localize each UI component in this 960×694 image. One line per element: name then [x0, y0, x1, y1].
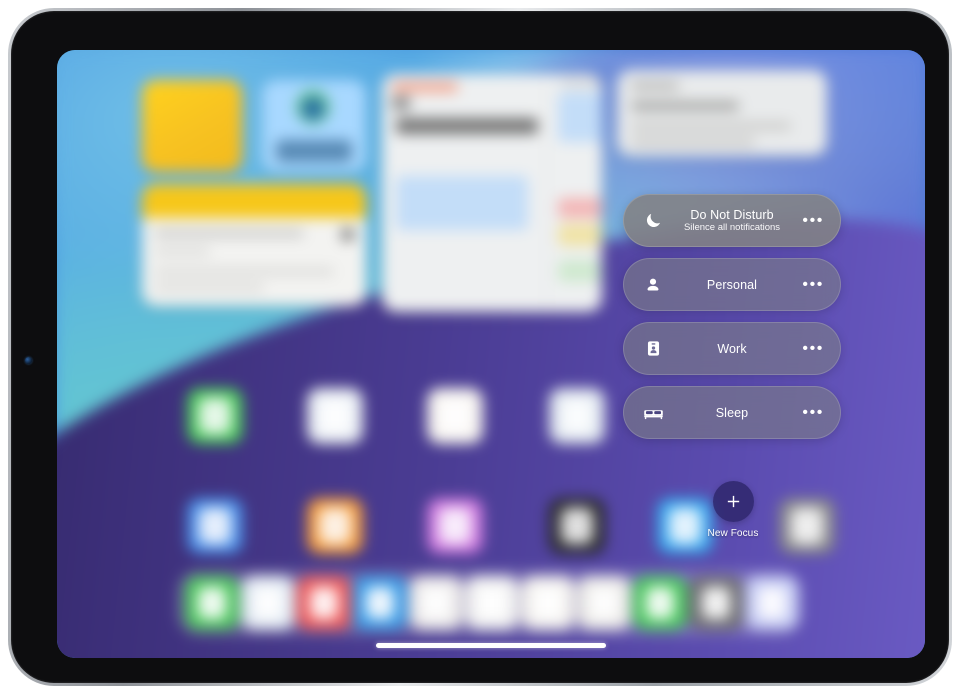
widget-thumbnail: [341, 228, 354, 241]
avatar: [296, 90, 330, 124]
moon-icon: [642, 210, 664, 232]
dock-icon-glyph: [589, 586, 619, 620]
app-icon-glyph: [561, 398, 593, 434]
dock-icon[interactable]: [465, 576, 519, 630]
widget-divider: [546, 78, 547, 308]
app-icon-glyph: [319, 508, 351, 544]
focus-pill-work[interactable]: Work •••: [623, 322, 841, 375]
dock-icon[interactable]: [241, 576, 295, 630]
app-icon[interactable]: [307, 388, 363, 444]
widget-event-block: [558, 198, 602, 218]
device-frame: Do Not Disturb Silence all notifications…: [8, 8, 952, 686]
app-icon[interactable]: [549, 498, 605, 554]
app-icon-glyph: [199, 508, 231, 544]
widget-event-block: [396, 176, 528, 230]
device-screen: Do Not Disturb Silence all notifications…: [57, 50, 925, 658]
notes-widget[interactable]: [142, 80, 242, 172]
app-icon[interactable]: [187, 388, 243, 444]
app-icon[interactable]: [427, 388, 483, 444]
dock-icon-glyph: [253, 586, 283, 620]
widget-event-block: [558, 224, 602, 246]
app-icon[interactable]: [307, 498, 363, 554]
widget-title-placeholder: [396, 118, 538, 134]
new-focus-control[interactable]: New Focus: [697, 481, 769, 539]
dock-icon-glyph: [533, 586, 563, 620]
contact-name-placeholder: [276, 140, 352, 162]
app-icon-glyph: [439, 508, 471, 544]
focus-pill-personal[interactable]: Personal •••: [623, 258, 841, 311]
focus-panel: Do Not Disturb Silence all notifications…: [623, 50, 883, 658]
new-focus-label: New Focus: [707, 528, 759, 539]
app-icon-glyph: [439, 398, 471, 434]
widget-text-line: [154, 284, 264, 291]
app-icon-glyph: [199, 398, 231, 434]
dock-icon[interactable]: [353, 576, 407, 630]
focus-pill-more-button[interactable]: •••: [802, 340, 824, 357]
focus-pill-more-button[interactable]: •••: [802, 276, 824, 293]
person-icon: [642, 274, 664, 296]
dock-icon[interactable]: [409, 576, 463, 630]
widget-glyph: [392, 96, 410, 110]
dock-icon-glyph: [477, 586, 507, 620]
contact-widget[interactable]: [262, 80, 366, 172]
front-camera-dot: [25, 357, 32, 364]
add-focus-button[interactable]: [712, 481, 754, 522]
app-icon-glyph: [561, 508, 593, 544]
widget-text-line: [560, 80, 602, 86]
app-icon[interactable]: [427, 498, 483, 554]
widget-text-line: [154, 268, 334, 275]
id-badge-icon: [642, 338, 664, 360]
widget-text-line: [154, 248, 210, 255]
app-icon-glyph: [319, 398, 351, 434]
dock-icon-glyph: [309, 586, 339, 620]
dock-icon-glyph: [365, 586, 395, 620]
widget-event-block: [558, 92, 602, 142]
app-icon[interactable]: [549, 388, 605, 444]
focus-pill-sleep[interactable]: Sleep •••: [623, 386, 841, 439]
widget-text-line: [154, 230, 304, 237]
widget-header-band: [142, 184, 366, 218]
bed-icon: [642, 402, 664, 424]
focus-pill-more-button[interactable]: •••: [802, 212, 824, 229]
app-icon[interactable]: [187, 498, 243, 554]
dock-icon[interactable]: [185, 576, 239, 630]
notes-list-widget[interactable]: [142, 184, 366, 306]
plus-icon: [727, 495, 739, 508]
dock-icon-glyph: [197, 586, 227, 620]
home-indicator[interactable]: [376, 643, 606, 648]
dock-icon-glyph: [421, 586, 451, 620]
dock-icon[interactable]: [521, 576, 575, 630]
focus-pill-more-button[interactable]: •••: [802, 404, 824, 421]
dock-icon[interactable]: [297, 576, 351, 630]
device-bezel: Do Not Disturb Silence all notifications…: [11, 11, 949, 683]
widget-event-block: [558, 260, 602, 282]
widget-accent-bar: [392, 82, 458, 92]
calendar-widget[interactable]: [382, 74, 602, 312]
focus-pill-do-not-disturb[interactable]: Do Not Disturb Silence all notifications…: [623, 194, 841, 247]
